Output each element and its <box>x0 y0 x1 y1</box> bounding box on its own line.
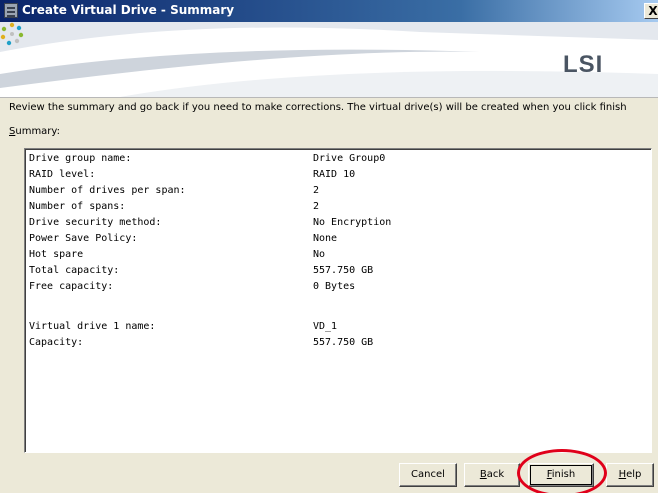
cancel-button[interactable]: Cancel <box>399 463 457 487</box>
banner-swoosh <box>0 22 658 97</box>
close-icon: X <box>648 4 658 18</box>
create-virtual-drive-dialog: Create Virtual Drive - Summary X LSI Rev… <box>0 0 658 493</box>
lsi-logo: LSI <box>563 51 604 78</box>
window-title: Create Virtual Drive - Summary <box>22 3 235 17</box>
help-button[interactable]: Help <box>606 463 654 487</box>
header-banner: LSI <box>0 22 658 98</box>
title-bar: Create Virtual Drive - Summary X <box>0 0 658 22</box>
instructions-text: Review the summary and go back if you ne… <box>9 102 627 113</box>
lsi-logo-mark-icon <box>0 22 24 46</box>
back-button[interactable]: Back <box>464 463 520 487</box>
finish-button[interactable]: Finish <box>528 463 594 487</box>
window-icon <box>4 3 18 18</box>
close-button[interactable]: X <box>644 3 658 19</box>
summary-text-area[interactable]: Drive group name: Drive Group0 RAID level… <box>24 148 652 453</box>
summary-label: Summary: <box>9 126 60 137</box>
